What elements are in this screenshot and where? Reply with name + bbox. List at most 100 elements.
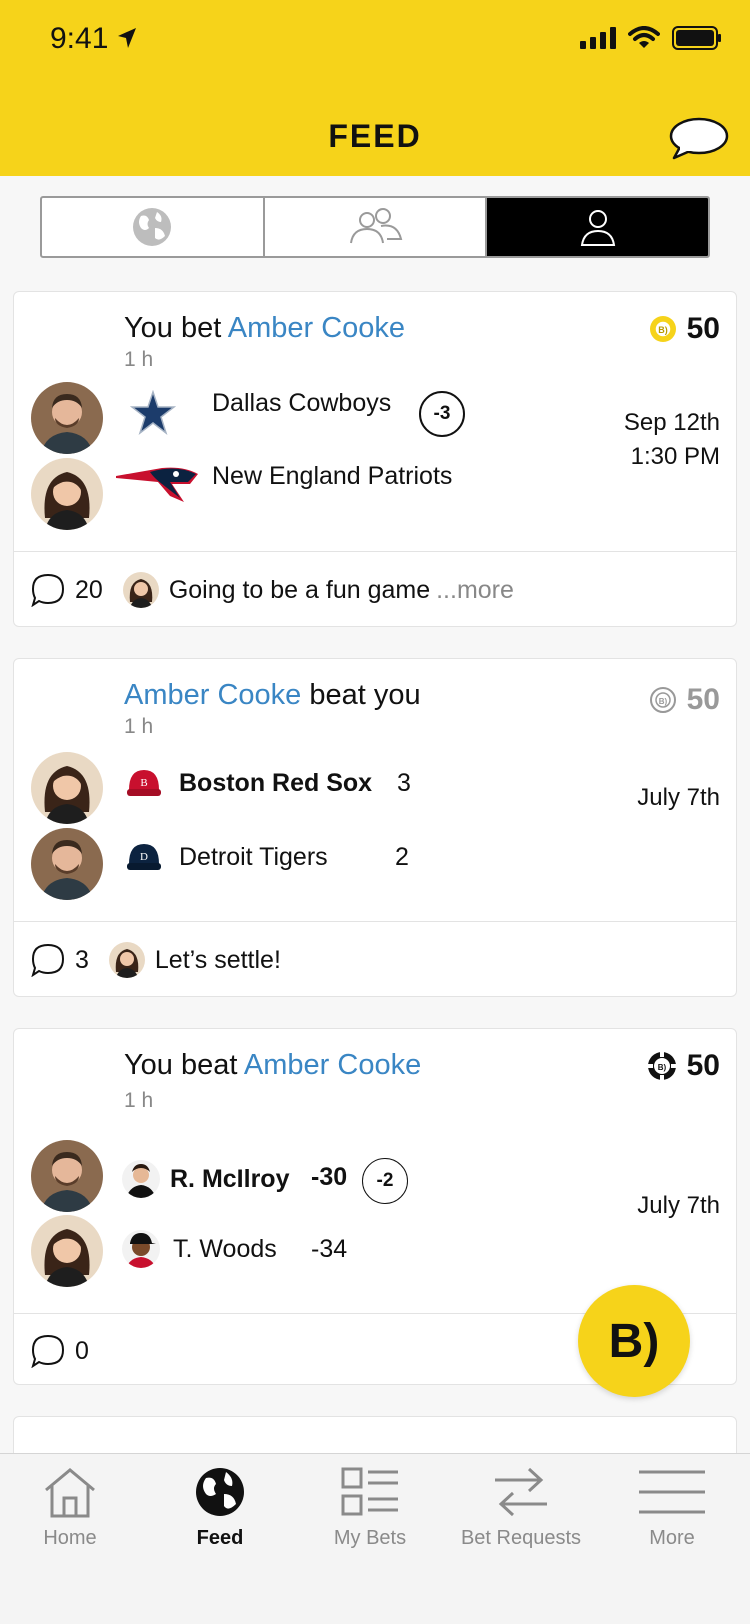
team-name: New England Patriots bbox=[212, 462, 453, 490]
tab-label: More bbox=[649, 1527, 695, 1549]
bet-headline: Amber Cooke beat you bbox=[124, 679, 421, 712]
svg-text:D: D bbox=[140, 851, 148, 863]
svg-text:B): B) bbox=[658, 697, 667, 706]
tab-label: Bet Requests bbox=[460, 1527, 582, 1549]
time-line: 1:30 PM bbox=[630, 443, 720, 470]
bet-card[interactable]: Amber Cooke beat you 1 h B) 50 B Boston … bbox=[13, 658, 737, 997]
bet-headline: You bet Amber Cooke bbox=[124, 312, 405, 345]
headline-text: You bet bbox=[124, 312, 228, 344]
headline-text: beat you bbox=[301, 679, 421, 711]
tab-feed[interactable]: Feed bbox=[145, 1466, 295, 1550]
time-ago: 1 h bbox=[124, 1089, 154, 1112]
comment-row[interactable]: 20 Going to be a fun game ...more bbox=[31, 562, 514, 618]
avatar bbox=[31, 752, 103, 824]
exchange-arrows-icon bbox=[495, 1467, 547, 1517]
player-score: -30 bbox=[311, 1163, 348, 1191]
date-line: July 7th bbox=[637, 1192, 720, 1219]
globe-icon bbox=[133, 208, 172, 246]
status-indicators bbox=[580, 26, 722, 50]
svg-text:B: B bbox=[140, 777, 147, 789]
new-england-patriots-logo-icon bbox=[116, 467, 198, 502]
gray-chip-icon: B) bbox=[649, 687, 676, 713]
friends-icon bbox=[350, 208, 403, 244]
comment-bubble-icon[interactable] bbox=[31, 1334, 65, 1368]
list-icon bbox=[341, 1467, 398, 1516]
bet-card[interactable]: You bet Amber Cooke 1 h B) 50 Dallas Cow… bbox=[13, 291, 737, 627]
comment-count: 0 bbox=[75, 1336, 89, 1365]
spread-badge: -3 bbox=[419, 391, 465, 437]
app-header: 9:41 FEED bbox=[0, 0, 750, 176]
team-name: Dallas Cowboys bbox=[212, 389, 392, 417]
signal-icon bbox=[580, 27, 616, 49]
team-name: Detroit Tigers bbox=[179, 843, 328, 871]
home-icon bbox=[45, 1468, 95, 1518]
black-chip-icon: B) bbox=[647, 1052, 676, 1080]
comment-row[interactable]: 3 Let’s settle! bbox=[31, 932, 281, 988]
game-date: July 7th bbox=[637, 781, 720, 815]
team-name: Boston Red Sox bbox=[179, 769, 373, 797]
globe-icon bbox=[196, 1468, 244, 1516]
avatar bbox=[31, 1215, 103, 1287]
comment-row[interactable]: 0 bbox=[31, 1323, 109, 1379]
game-date: Sep 12th 1:30 PM bbox=[624, 406, 720, 474]
avatar bbox=[31, 458, 103, 530]
chat-bubble-icon[interactable] bbox=[666, 116, 730, 162]
segment-global[interactable] bbox=[42, 198, 265, 256]
commenter-avatar bbox=[108, 942, 145, 978]
feed-filter-segment bbox=[40, 196, 710, 258]
avatar bbox=[31, 1140, 103, 1212]
svg-text:B): B) bbox=[658, 325, 668, 335]
player-name: T. Woods bbox=[173, 1235, 277, 1263]
page-title: FEED bbox=[328, 118, 422, 154]
tab-label: Home bbox=[43, 1527, 97, 1549]
divider bbox=[14, 551, 736, 552]
tab-my-bets[interactable]: My Bets bbox=[295, 1466, 445, 1550]
tab-home[interactable]: Home bbox=[0, 1466, 145, 1550]
opponent-name-link[interactable]: Amber Cooke bbox=[244, 1049, 421, 1081]
comment-preview: Let’s settle! bbox=[154, 945, 281, 974]
location-arrow-icon bbox=[118, 28, 136, 48]
comment-count: 3 bbox=[75, 945, 89, 974]
game-date: July 7th bbox=[637, 1189, 720, 1223]
tigers-cap-icon: D bbox=[127, 844, 161, 870]
chips-value: 50 bbox=[686, 312, 720, 345]
segment-personal[interactable] bbox=[487, 198, 708, 256]
segment-friends[interactable] bbox=[265, 198, 488, 256]
date-line: July 7th bbox=[637, 784, 720, 811]
spread-badge: -2 bbox=[362, 1158, 408, 1204]
wifi-icon bbox=[628, 26, 660, 48]
date-line: Sep 12th bbox=[623, 409, 720, 436]
menu-icon bbox=[639, 1470, 705, 1514]
comment-count: 20 bbox=[75, 575, 103, 604]
headline-text: You beat bbox=[124, 1049, 244, 1081]
battery-icon bbox=[672, 26, 721, 50]
tab-bet-requests[interactable]: Bet Requests bbox=[446, 1466, 596, 1550]
new-bet-button[interactable]: B) bbox=[578, 1285, 690, 1397]
gold-chip-icon: B) bbox=[649, 316, 676, 342]
commenter-avatar bbox=[122, 572, 159, 608]
player-avatar bbox=[122, 1160, 160, 1198]
player-avatar bbox=[122, 1230, 160, 1268]
divider bbox=[14, 921, 736, 922]
comment-bubble-icon[interactable] bbox=[31, 943, 65, 977]
avatar bbox=[31, 828, 103, 900]
dallas-cowboys-logo-icon bbox=[130, 390, 176, 436]
bet-headline: You beat Amber Cooke bbox=[124, 1049, 421, 1082]
opponent-name-link[interactable]: Amber Cooke bbox=[124, 679, 301, 711]
chips-amount: B) 50 bbox=[649, 312, 720, 346]
red-sox-cap-icon: B bbox=[127, 770, 161, 796]
chips-amount: B) 50 bbox=[649, 683, 720, 717]
more-link[interactable]: ...more bbox=[436, 576, 514, 605]
time-ago: 1 h bbox=[124, 715, 154, 738]
comment-preview: Going to be a fun game bbox=[168, 575, 431, 604]
opponent-name-link[interactable]: Amber Cooke bbox=[228, 312, 405, 344]
team-score: 2 bbox=[395, 843, 409, 871]
tab-more[interactable]: More bbox=[597, 1466, 747, 1550]
team-score: 3 bbox=[397, 769, 411, 797]
chips-value: 50 bbox=[686, 1049, 720, 1082]
tab-label: Feed bbox=[196, 1527, 244, 1549]
status-time: 9:41 bbox=[50, 22, 109, 55]
player-name: R. McIlroy bbox=[170, 1165, 290, 1193]
comment-bubble-icon[interactable] bbox=[31, 573, 65, 607]
chips-amount: B) 50 bbox=[647, 1049, 720, 1083]
